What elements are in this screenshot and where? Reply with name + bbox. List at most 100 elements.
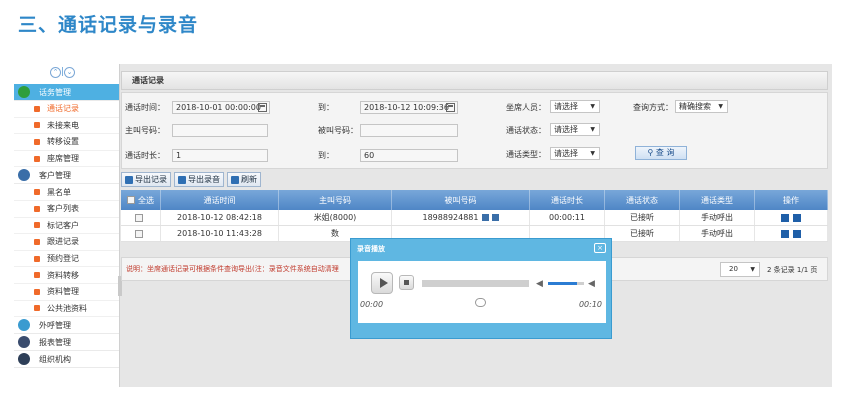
column-header: 通话类型 [680,190,755,210]
status-select[interactable]: 请选择 ▼ [550,123,600,136]
sidebar-item-label: 资料转移 [47,270,79,280]
sidebar-item[interactable]: 标记客户 [14,218,119,235]
message-icon[interactable] [491,214,499,221]
volume-high-icon[interactable]: ◀ [588,279,595,289]
sidebar-item[interactable]: 未接来电 [14,118,119,135]
bullet-icon [34,238,40,245]
callee-input[interactable] [360,124,458,137]
sidebar-item[interactable]: 黑名单 [14,184,119,201]
row-checkbox[interactable] [135,229,143,238]
bullet-icon [34,155,40,162]
sidebar-item-label: 资料管理 [47,287,79,297]
export-records-button[interactable]: 导出记录 [121,172,171,187]
dialog-title: 录音播放 [357,245,385,253]
cell-value: 手动呼出 [701,213,733,222]
callee-label: 被叫号码： [318,126,358,135]
headphones-icon[interactable] [793,213,801,222]
select-all-checkbox[interactable]: 全选 [121,190,161,210]
to-label-1: 到： [318,103,334,112]
sidebar-item[interactable]: 客户列表 [14,201,119,218]
query-button[interactable]: ⚲ 查 询 [635,146,687,160]
sidebar-item[interactable]: 转移设置 [14,134,119,151]
sidebar: ⌃ | ⌄ 话务管理通话记录未接来电转移设置座席管理 客户管理黑名单客户列表标记客户跟… [14,64,122,387]
page-size-select[interactable]: 20 ▼ [720,262,760,277]
column-header-label: 操作 [783,195,799,205]
status-label: 通话状态： [506,126,546,135]
volume-low-icon[interactable]: ◀ [536,279,543,289]
agent-select[interactable]: 请选择 ▼ [550,100,600,113]
detail-icon[interactable] [781,229,789,238]
sidebar-group-4[interactable]: 组织机构 [14,351,119,369]
refresh-icon [231,175,239,184]
sidebar-item[interactable]: 跟进记录 [14,234,119,251]
bullet-icon [34,138,40,145]
bullet-icon [34,305,40,312]
column-header-label: 主叫号码 [319,195,351,205]
refresh-button[interactable]: 刷新 [227,172,261,187]
record-count: 2 条记录 1/1 页 [767,266,818,274]
duration-from-input[interactable]: 1 [172,149,268,162]
column-header-label: 通话类型 [701,195,733,205]
search-form: 通话时间： 2018-10-01 00:00:00 到： 2018-10-12 … [121,92,828,169]
duration-to-input[interactable]: 60 [360,149,458,162]
headphones-icon[interactable] [793,229,801,238]
sidebar-item-label: 预约登记 [47,254,79,264]
table-cell-status: 已接听 [605,226,680,241]
sidebar-item-label: 通话记录 [47,104,79,114]
sidebar-item[interactable]: 资料管理 [14,284,119,301]
main-content: 通话记录 通话时间： 2018-10-01 00:00:00 到： 2018-1… [121,71,828,387]
row-checkbox-cell [121,226,161,241]
sidebar-group-1[interactable]: 客户管理 [14,167,119,185]
sidebar-item[interactable]: 资料转移 [14,267,119,284]
sidebar-item[interactable]: 公共池资料 [14,301,119,318]
checkbox-icon[interactable] [127,196,135,204]
repeat-icon[interactable] [475,298,486,307]
chevron-down-icon: ▼ [750,266,755,273]
sidebar-item-label: 黑名单 [47,187,71,197]
table-cell-type: 手动呼出 [680,210,755,225]
sidebar-group-label: 外呼管理 [39,320,71,330]
table-cell-caller: 米姐(8000) [279,210,392,225]
expand-up-icon[interactable]: ⌃ [50,67,61,78]
sidebar-item[interactable]: 预约登记 [14,251,119,268]
menu-group-icon [18,336,30,349]
chevron-down-icon: ▼ [590,150,595,157]
collapse-toggle[interactable]: ⌃ | ⌄ [50,67,76,78]
column-header: 通话状态 [605,190,680,210]
sidebar-item-label: 转移设置 [47,137,79,147]
export-icon [125,175,133,184]
sidebar-group-label: 话务管理 [39,87,71,97]
close-icon[interactable]: × [594,243,606,253]
sidebar-group-0[interactable]: 话务管理 [14,84,119,101]
call-time-end-input[interactable]: 2018-10-12 10:09:36 [360,101,458,114]
table-cell-type: 手动呼出 [680,226,755,241]
table-cell-time: 2018-10-10 11:43:28 [161,226,279,241]
calendar-icon[interactable] [258,103,267,112]
sidebar-item-label: 客户列表 [47,204,79,214]
cell-value: 手动呼出 [701,229,733,238]
phone-icon[interactable] [481,214,489,221]
stop-button[interactable] [399,275,414,290]
call-time-end-value: 2018-10-12 10:09:36 [364,103,449,112]
query-mode-select[interactable]: 精确搜索 ▼ [675,100,728,113]
table-row[interactable]: 2018-10-12 08:42:18 米姐(8000) 18988924881 00… [121,210,828,226]
sidebar-group-3[interactable]: 报表管理 [14,334,119,352]
total-time: 00:10 [578,300,602,309]
progress-bar[interactable] [422,280,529,287]
export-recordings-label: 导出录音 [188,175,220,184]
type-select[interactable]: 请选择 ▼ [550,147,600,160]
row-checkbox[interactable] [135,213,143,222]
play-button[interactable] [371,272,393,294]
caller-input[interactable] [172,124,268,137]
detail-icon[interactable] [781,213,789,222]
call-time-start-input[interactable]: 2018-10-01 00:00:00 [172,101,270,114]
export-recordings-button[interactable]: 导出录音 [174,172,224,187]
sidebar-item[interactable]: 通话记录 [14,101,119,118]
volume-slider[interactable] [548,282,584,285]
volume-fill [548,282,577,285]
sidebar-group-2[interactable]: 外呼管理 [14,317,119,335]
sidebar-item[interactable]: 座席管理 [14,151,119,168]
bullet-icon [34,122,40,129]
collapse-down-icon[interactable]: ⌄ [64,67,76,78]
calendar-icon[interactable] [446,103,455,112]
